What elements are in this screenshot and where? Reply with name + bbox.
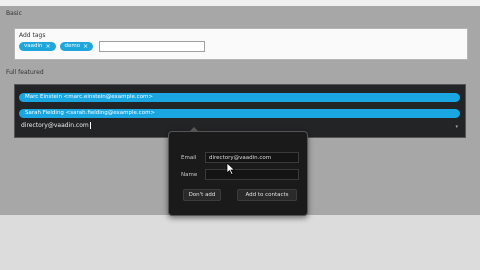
name-field[interactable] [205,169,299,180]
tags-row: vaadin × demo × [19,41,206,52]
app-window: Basic Add tags vaadin × demo × Full feat… [0,0,480,270]
full-section-title: Full featured [6,69,44,76]
email-field[interactable]: directory@vaadin.com [205,152,299,163]
basic-section-title: Basic [6,10,22,17]
add-tags-label: Add tags [19,32,46,39]
mouse-pointer-icon [226,163,236,175]
contact-token-field[interactable]: Marc Einstein <marc.einstein@example.com… [14,84,466,138]
contact-input[interactable]: directory@vaadin.com [21,122,91,129]
remove-tag-icon[interactable]: × [83,42,88,51]
email-label: Email [181,155,197,161]
tag-input[interactable] [99,41,206,52]
contact-token[interactable]: Sarah Fielding <sarah.fielding@example.c… [19,109,460,118]
tag-vaadin[interactable]: vaadin × [19,42,56,51]
footer-area [0,215,480,270]
text-caret [89,122,91,129]
dont-add-button[interactable]: Don't add [183,189,221,201]
tag-label: vaadin [24,43,43,49]
dropdown-arrow-icon[interactable]: ▾ [455,124,458,130]
tag-demo[interactable]: demo × [59,42,94,51]
popup-pointer [189,127,199,132]
contact-token[interactable]: Marc Einstein <marc.einstein@example.com… [19,93,460,102]
tag-label: demo [64,43,81,49]
add-contact-popup: Email directory@vaadin.com Name Don't ad… [168,127,308,216]
name-label: Name [181,172,198,178]
remove-tag-icon[interactable]: × [46,42,51,51]
basic-tag-panel: Add tags vaadin × demo × [14,28,468,60]
contact-input-value: directory@vaadin.com [21,122,89,129]
add-to-contacts-button[interactable]: Add to contacts [237,189,297,201]
